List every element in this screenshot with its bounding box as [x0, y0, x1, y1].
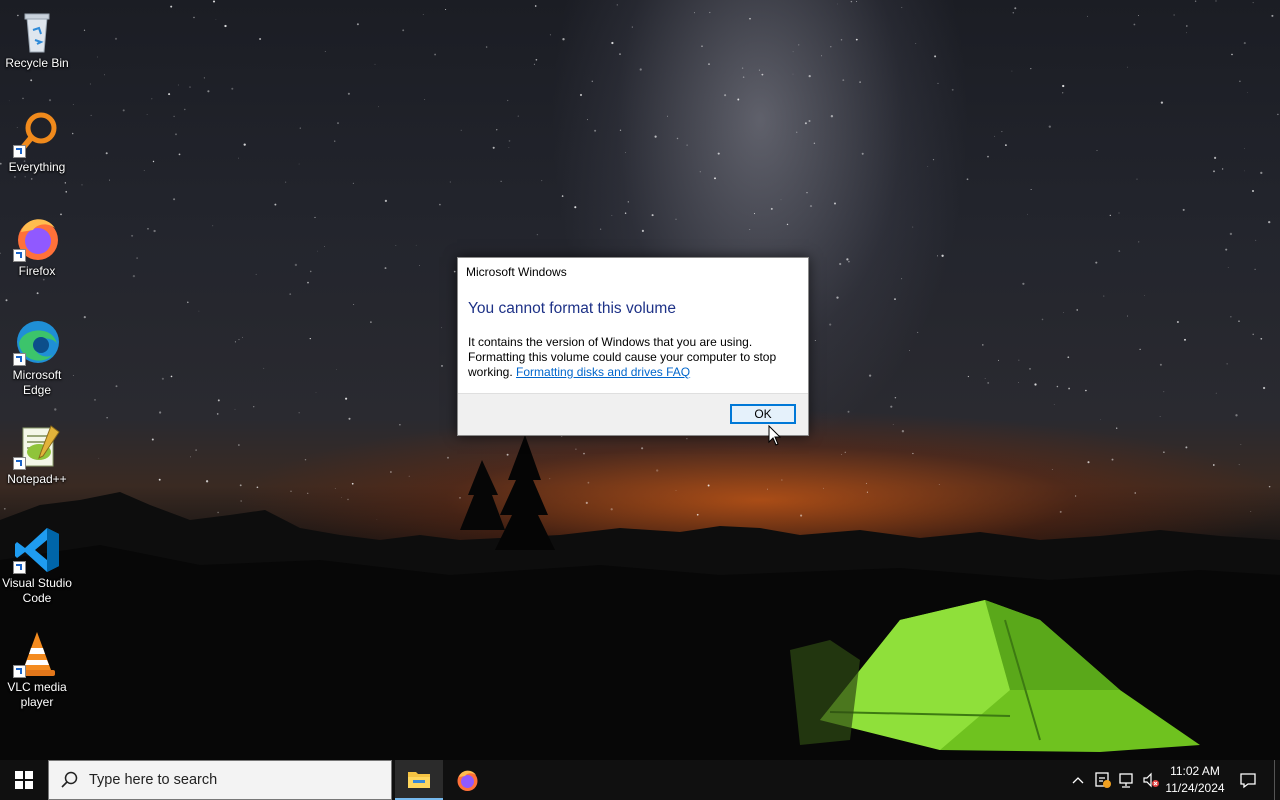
firefox-icon — [13, 214, 61, 262]
shortcut-arrow-icon — [13, 145, 26, 158]
action-center-icon — [1240, 773, 1256, 789]
windows-logo-icon — [15, 771, 33, 789]
desktop-icon-label: Firefox — [18, 264, 56, 278]
desktop-icon-edge[interactable]: Microsoft Edge — [0, 318, 74, 398]
desktop-icon-notepad-plus-plus[interactable]: Notepad++ — [0, 422, 74, 487]
shortcut-arrow-icon — [13, 561, 26, 574]
dialog-message: It contains the version of Windows that … — [468, 335, 798, 380]
shortcut-arrow-icon — [13, 665, 26, 678]
chevron-up-icon — [1072, 777, 1084, 784]
search-icon — [61, 771, 78, 788]
desktop-icon-label: Everything — [8, 160, 66, 174]
dialog-heading: You cannot format this volume — [468, 300, 676, 317]
desktop-icon-label: Recycle Bin — [5, 56, 69, 70]
dialog-footer: OK — [458, 393, 808, 435]
desktop-icon-recycle-bin[interactable]: Recycle Bin — [0, 6, 74, 71]
format-error-dialog: Microsoft Windows You cannot format this… — [457, 257, 809, 436]
taskbar-search-box[interactable]: Type here to search — [48, 760, 392, 800]
desktop-icon-vlc[interactable]: VLC media player — [0, 630, 74, 710]
desktop-icon-everything[interactable]: Everything — [0, 110, 74, 175]
mouse-cursor-icon — [768, 425, 782, 446]
firefox-icon — [457, 770, 478, 791]
ok-button[interactable]: OK — [730, 404, 796, 424]
vscode-icon — [13, 526, 61, 574]
tray-security-button[interactable] — [1092, 760, 1114, 800]
desktop-icon-label: Visual Studio Code — [2, 576, 72, 605]
desktop-icon-firefox[interactable]: Firefox — [0, 214, 74, 279]
show-hidden-icons-button[interactable] — [1068, 760, 1088, 800]
taskbar-app-firefox[interactable] — [443, 760, 491, 800]
edge-icon — [13, 318, 61, 366]
desktop-icon-vscode[interactable]: Visual Studio Code — [0, 526, 74, 606]
security-warning-icon — [1095, 772, 1111, 788]
volume-muted-icon — [1143, 772, 1159, 788]
show-desktop-button[interactable] — [1274, 760, 1280, 800]
shortcut-arrow-icon — [13, 457, 26, 470]
desktop-icon-label: Microsoft Edge — [12, 368, 62, 397]
search-placeholder: Type here to search — [89, 772, 218, 788]
vlc-icon — [13, 630, 61, 678]
shortcut-arrow-icon — [13, 353, 26, 366]
everything-search-icon — [13, 110, 61, 158]
clock-date: 11/24/2024 — [1165, 781, 1225, 795]
taskbar: Type here to search 11:02 AM 11/24/2024 — [0, 760, 1280, 800]
desktop-icon-label: Notepad++ — [7, 472, 67, 486]
clock-time: 11:02 AM — [1170, 764, 1220, 778]
shortcut-arrow-icon — [13, 249, 26, 262]
network-icon — [1119, 773, 1133, 788]
taskbar-app-file-explorer[interactable] — [395, 760, 443, 800]
dialog-title: Microsoft Windows — [466, 265, 567, 279]
recycle-bin-icon — [13, 6, 61, 54]
action-center-button[interactable] — [1236, 760, 1260, 800]
formatting-faq-link[interactable]: Formatting disks and drives FAQ — [516, 365, 690, 379]
notepad-plus-plus-icon — [13, 422, 61, 470]
taskbar-clock[interactable]: 11:02 AM 11/24/2024 — [1160, 763, 1230, 797]
tray-network-button[interactable] — [1116, 760, 1138, 800]
file-explorer-icon — [408, 772, 430, 788]
start-button[interactable] — [0, 760, 48, 800]
tray-volume-button[interactable] — [1140, 760, 1162, 800]
desktop-icon-label: VLC media player — [7, 680, 67, 709]
